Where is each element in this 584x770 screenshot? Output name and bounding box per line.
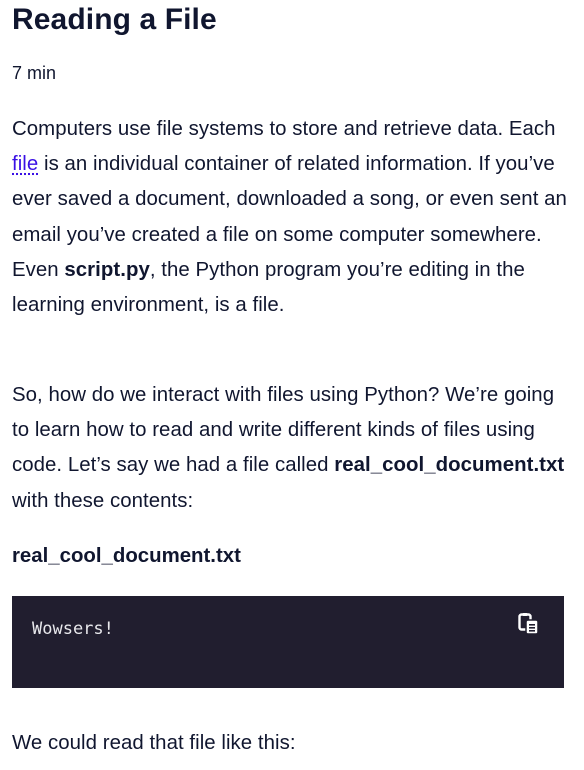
question-text-2: with these contents: [12,489,194,512]
page-title: Reading a File [12,3,217,36]
copy-icon [518,613,539,635]
file-glossary-link[interactable]: file [12,153,38,175]
copy-code-button[interactable] [518,613,540,635]
document-filename: real_cool_document.txt [334,454,565,477]
intro-text-1: Computers use file systems to store and … [12,118,556,140]
intro-paragraph: Computers use file systems to store and … [12,112,572,323]
code-content[interactable]: Wowsers! [32,618,114,640]
code-block: Wowsers! [12,596,564,688]
question-paragraph: So, how do we interact with files using … [12,378,572,519]
read-file-paragraph: We could read that file like this: [12,732,296,754]
code-filename-heading: real_cool_document.txt [12,545,241,567]
script-filename: script.py [64,258,150,281]
lesson-duration: 7 min [12,63,57,83]
